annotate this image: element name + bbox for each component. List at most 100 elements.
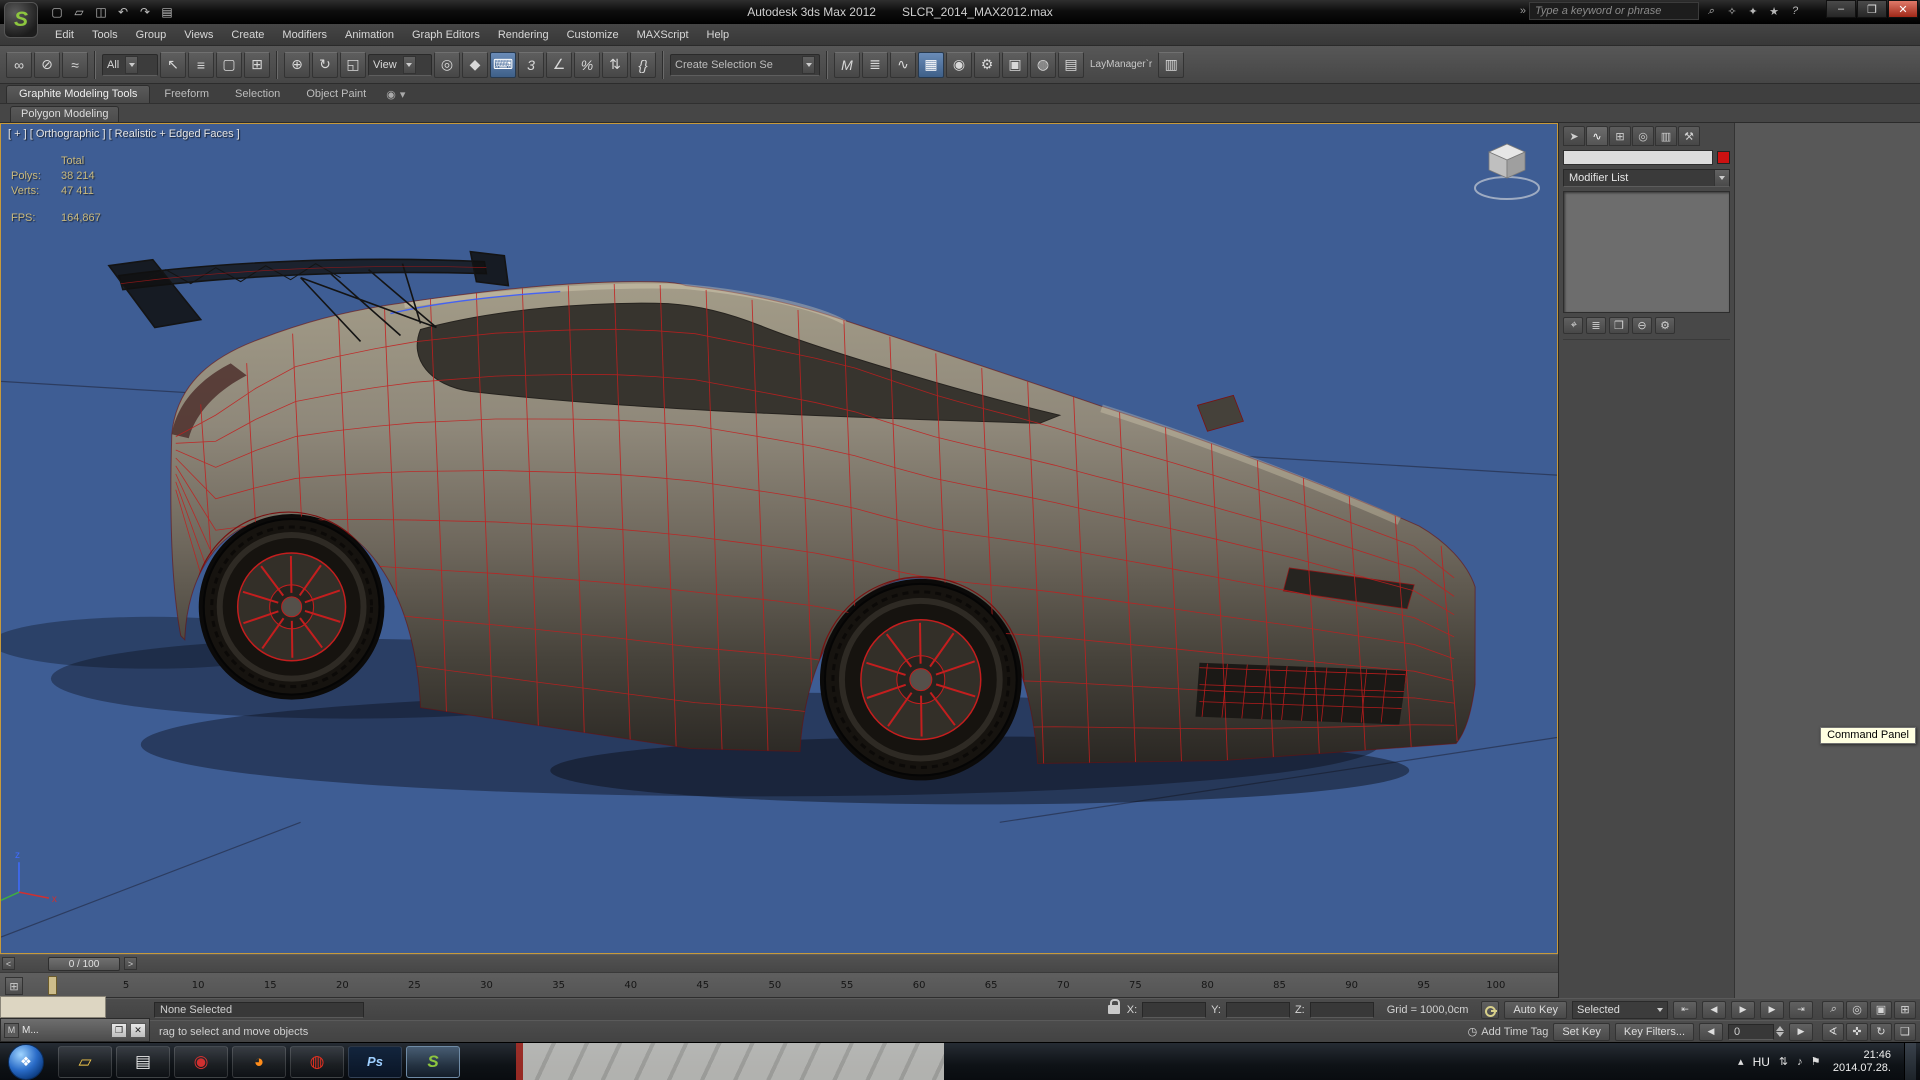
taskbar-app-notepad[interactable]: ▤	[116, 1046, 170, 1078]
start-button[interactable]: ❖	[8, 1044, 44, 1080]
use-pivot-point-center-icon[interactable]: ◎	[434, 52, 460, 78]
menu-item[interactable]: Animation	[336, 27, 403, 43]
save-file-icon[interactable]: ◫	[91, 3, 111, 21]
rendered-frame-window-icon[interactable]: ▣	[1002, 52, 1028, 78]
frame-spinner[interactable]	[1776, 1026, 1784, 1037]
menu-item[interactable]: Help	[698, 27, 739, 43]
tray-network-icon[interactable]: ⇅	[1779, 1055, 1788, 1068]
time-slider-handle[interactable]: 0 / 100	[48, 957, 120, 971]
material-editor-icon[interactable]: ◉	[946, 52, 972, 78]
minimized-window-titlebar[interactable]: M M... ❒ ✕	[0, 1018, 150, 1042]
redo-icon[interactable]: ↷	[135, 3, 155, 21]
z-coordinate-field[interactable]	[1310, 1002, 1374, 1018]
menu-item[interactable]: Tools	[83, 27, 127, 43]
tray-volume-icon[interactable]: ♪	[1797, 1056, 1803, 1068]
3dsmax-logo-button[interactable]: S	[4, 2, 38, 38]
menu-item[interactable]: Edit	[46, 27, 83, 43]
show-desktop-button[interactable]	[1904, 1043, 1916, 1080]
create-tab-icon[interactable]: ➤	[1563, 126, 1585, 146]
ribbon-collapse-icon[interactable]: ◉	[386, 88, 396, 101]
front-wheel[interactable]	[825, 584, 1017, 776]
zoom-all-icon[interactable]: ◎	[1846, 1001, 1868, 1019]
viewcube[interactable]	[1471, 132, 1543, 204]
graphite-ribbon-toggle-icon[interactable]: ▦	[918, 52, 944, 78]
open-mini-curve-editor-icon[interactable]: ⊞	[5, 977, 23, 995]
named-selection-sets-icon[interactable]: {}	[630, 52, 656, 78]
show-hidden-icons-button[interactable]: ▴	[1738, 1055, 1744, 1068]
select-and-scale-icon[interactable]: ◱	[340, 52, 366, 78]
field-of-view-icon[interactable]: ∢	[1822, 1023, 1844, 1041]
transform-lock-icon[interactable]	[1108, 1005, 1120, 1014]
zoom-extents-icon[interactable]: ▣	[1870, 1001, 1892, 1019]
minimized-window-thumbnail[interactable]	[0, 996, 106, 1018]
ribbon-caret-icon[interactable]: ▾	[400, 88, 406, 101]
remove-modifier-button[interactable]: ⊖	[1632, 317, 1652, 334]
help-icon[interactable]: ?	[1786, 2, 1804, 20]
spinner-snap-icon[interactable]: ⇅	[602, 52, 628, 78]
project-folder-icon[interactable]: ▤	[157, 3, 177, 21]
modifier-stack-list[interactable]	[1563, 191, 1730, 313]
select-object-icon[interactable]: ↖	[160, 52, 186, 78]
menu-item[interactable]: Views	[175, 27, 222, 43]
key-step-forward-button[interactable]: ▶	[1789, 1023, 1813, 1041]
menu-item[interactable]: Group	[127, 27, 176, 43]
go-to-end-button[interactable]: ⇥	[1789, 1001, 1813, 1019]
current-frame-marker[interactable]	[48, 976, 57, 995]
make-unique-button[interactable]: ❐	[1609, 317, 1629, 334]
bind-to-space-warp-icon[interactable]: ≈	[62, 52, 88, 78]
sign-in-icon[interactable]: ✧	[1723, 2, 1741, 20]
time-slider[interactable]: < 0 / 100 >	[0, 954, 1558, 972]
taskbar-clock[interactable]: 21:46 2014.07.28.	[1833, 1049, 1891, 1075]
menu-item[interactable]: Create	[222, 27, 273, 43]
modify-tab-icon[interactable]: ∿	[1586, 126, 1608, 146]
taskbar-app-media[interactable]: ◉	[174, 1046, 228, 1078]
previous-frame-button[interactable]: <	[2, 957, 15, 970]
taskbar-app-firefox[interactable]: ◕	[232, 1046, 286, 1078]
menu-item[interactable]: Customize	[558, 27, 628, 43]
modifier-list-dropdown[interactable]: Modifier List	[1563, 169, 1730, 187]
minimize-button[interactable]: –	[1826, 0, 1856, 18]
select-and-move-icon[interactable]: ⊕	[284, 52, 310, 78]
communication-center-icon[interactable]: ✦	[1744, 2, 1762, 20]
current-frame-field[interactable]: 0	[1728, 1024, 1774, 1040]
key-mode-dropdown[interactable]: Selected	[1572, 1001, 1668, 1019]
key-filters-button[interactable]: Key Filters...	[1615, 1023, 1694, 1041]
track-bar[interactable]: ⊞ 51015202530354045505560657075808590951…	[0, 972, 1558, 998]
select-by-name-icon[interactable]: ≡	[188, 52, 214, 78]
scene-explorer-icon[interactable]: ▥	[1158, 52, 1184, 78]
ribbon-tab[interactable]: Object Paint	[294, 86, 378, 103]
x-coordinate-field[interactable]	[1142, 1002, 1206, 1018]
taskbar-app-opera[interactable]: ◍	[290, 1046, 344, 1078]
new-scene-icon[interactable]: ▢	[47, 3, 67, 21]
taskbar-app-explorer[interactable]: ▱	[58, 1046, 112, 1078]
set-keys-key-button[interactable]	[1481, 1001, 1499, 1019]
pin-stack-button[interactable]: ⌖	[1563, 317, 1583, 334]
select-and-manipulate-icon[interactable]: ◆	[462, 52, 488, 78]
render-setup-icon[interactable]: ⚙	[974, 52, 1000, 78]
close-button[interactable]: ✕	[1888, 0, 1918, 18]
viewport-3d-scene[interactable]: z x y	[1, 124, 1557, 953]
taskbar-app-photoshop[interactable]: Ps	[348, 1046, 402, 1078]
close-icon[interactable]: ✕	[130, 1023, 146, 1038]
show-end-result-button[interactable]: ≣	[1586, 317, 1606, 334]
minimized-floater-window[interactable]: M M... ❒ ✕	[0, 996, 150, 1042]
utilities-tab-icon[interactable]: ⚒	[1678, 126, 1700, 146]
play-button[interactable]: ▶	[1731, 1001, 1755, 1019]
open-file-icon[interactable]: ▱	[69, 3, 89, 21]
render-production-icon[interactable]: ◍	[1030, 52, 1056, 78]
object-color-swatch[interactable]	[1717, 151, 1730, 164]
go-to-start-button[interactable]: ⇤	[1673, 1001, 1697, 1019]
layer-manager-icon[interactable]: ▤	[1058, 52, 1084, 78]
viewport[interactable]: z x y [ + ] [ Orthographic ] [ Realistic…	[0, 123, 1558, 954]
angle-snap-icon[interactable]: ∠	[546, 52, 572, 78]
motion-tab-icon[interactable]: ◎	[1632, 126, 1654, 146]
object-name-field[interactable]	[1563, 150, 1713, 165]
previous-key-button[interactable]: ◀	[1702, 1001, 1726, 1019]
zoom-extents-all-icon[interactable]: ⊞	[1894, 1001, 1916, 1019]
hierarchy-tab-icon[interactable]: ⊞	[1609, 126, 1631, 146]
display-tab-icon[interactable]: ▥	[1655, 126, 1677, 146]
window-crossing-icon[interactable]: ⊞	[244, 52, 270, 78]
reference-coordinate-dropdown[interactable]: View	[368, 54, 432, 76]
polygon-modeling-panel-tab[interactable]: Polygon Modeling	[10, 106, 119, 122]
menu-item[interactable]: MAXScript	[628, 27, 698, 43]
